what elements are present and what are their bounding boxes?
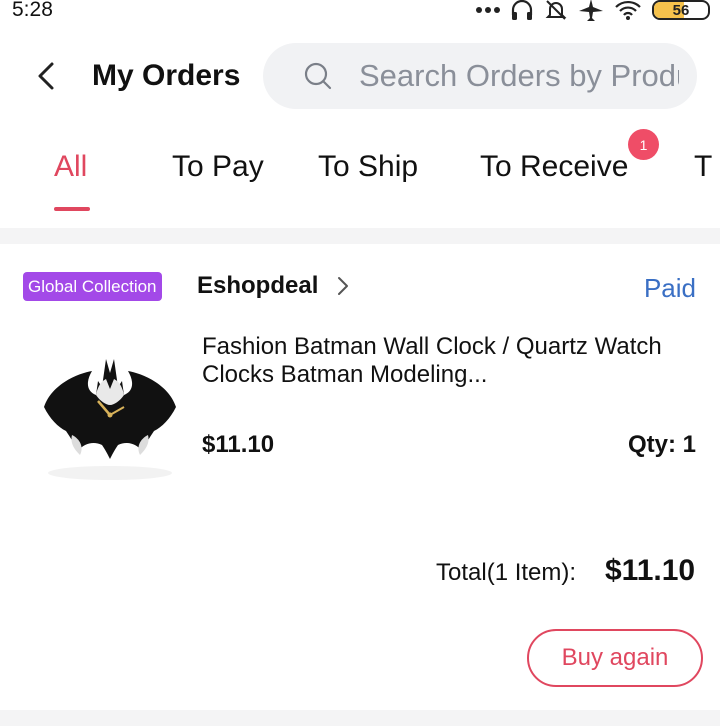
product-title[interactable]: Fashion Batman Wall Clock / Quartz Watch… — [202, 333, 702, 389]
store-name[interactable]: Eshopdeal — [197, 272, 318, 300]
section-divider — [0, 228, 720, 244]
active-tab-indicator — [54, 207, 90, 211]
total-value: $11.10 — [605, 554, 696, 587]
wifi-icon — [614, 0, 642, 21]
headset-icon — [510, 0, 534, 21]
chevron-right-icon[interactable] — [334, 275, 352, 297]
total-label: Total(1 Item): — [436, 559, 577, 586]
product-image[interactable] — [40, 355, 180, 485]
tab-all[interactable]: All — [54, 150, 87, 184]
more-dots-icon — [476, 6, 500, 14]
status-time: 5:28 — [12, 0, 53, 21]
store-tag: Global Collection — [23, 272, 162, 301]
tab-to-pay[interactable]: To Pay — [172, 150, 264, 184]
bell-off-icon — [544, 0, 568, 22]
to-receive-badge: 1 — [628, 129, 659, 160]
airplane-icon — [578, 0, 604, 22]
back-button[interactable] — [26, 56, 66, 96]
product-price: $11.10 — [202, 431, 275, 458]
status-icons: 56 — [476, 0, 710, 24]
search-input[interactable] — [359, 58, 679, 94]
tab-to-ship[interactable]: To Ship — [318, 150, 418, 184]
section-divider-bottom — [0, 710, 720, 726]
search-icon — [304, 62, 332, 90]
order-tabs: All To Pay To Ship To Receive T — [0, 128, 720, 228]
battery-icon: 56 — [652, 0, 710, 20]
tab-to-receive[interactable]: To Receive — [480, 150, 628, 184]
page-title: My Orders — [92, 59, 241, 92]
battery-level: 56 — [672, 1, 690, 19]
buy-again-button[interactable]: Buy again — [527, 629, 703, 687]
order-status: Paid — [643, 273, 696, 303]
chevron-left-icon — [38, 62, 54, 90]
product-qty: Qty: 1 — [627, 431, 696, 458]
tab-truncated[interactable]: T — [694, 150, 712, 184]
search-bar[interactable] — [263, 43, 697, 109]
